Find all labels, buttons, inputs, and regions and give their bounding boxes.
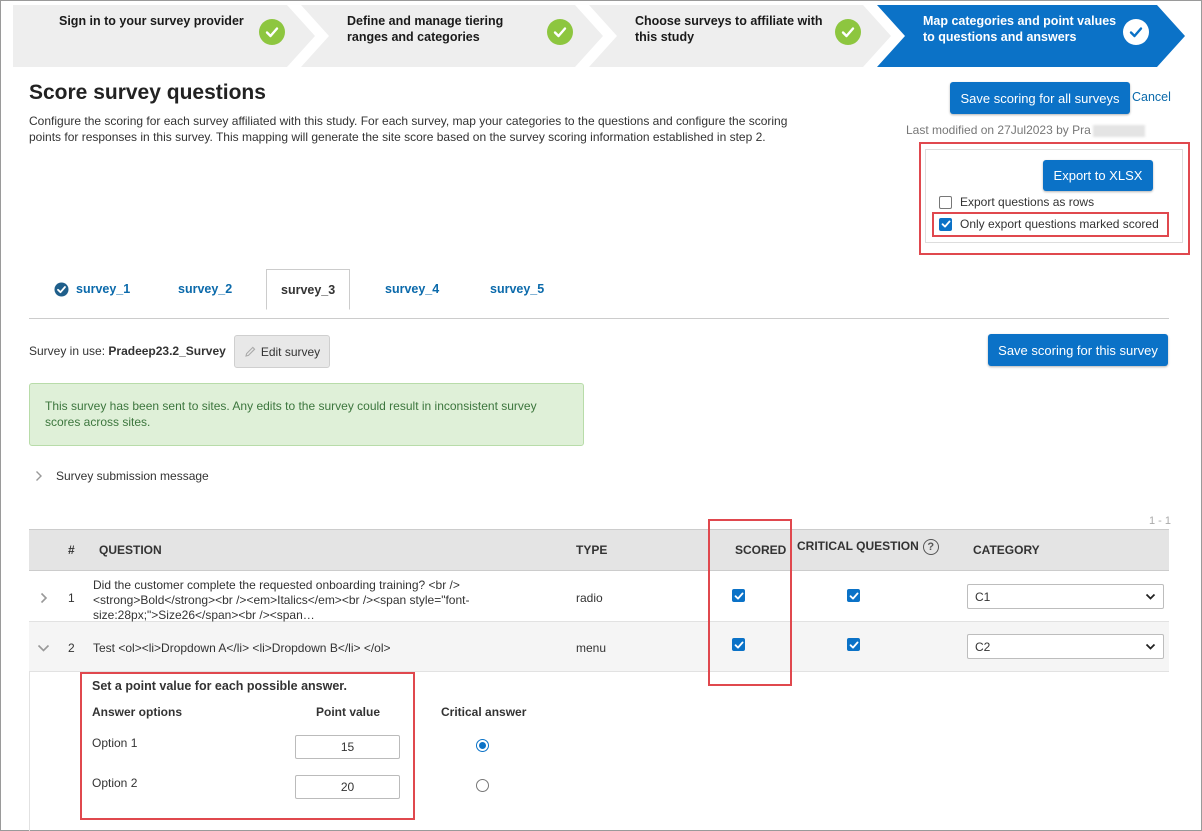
check-circle-icon [1123,19,1149,45]
save-survey-button[interactable]: Save scoring for this survey [988,334,1168,366]
critical-answer-radio[interactable] [476,779,489,792]
export-rows-label: Export questions as rows [960,195,1095,209]
category-select[interactable]: C2 [967,634,1164,659]
survey-in-use: Survey in use: Pradeep23.2_Survey [29,344,226,358]
export-scored-only-label: Only export questions marked scored [960,217,1159,231]
last-modified-value: Last modified on 27Jul2023 by Pra [906,123,1091,137]
tab-survey-1[interactable]: survey_1 [54,269,130,309]
row-question: Test <ol><li>Dropdown A</li> <li>Dropdow… [93,641,391,655]
row-type: menu [576,641,607,655]
point-value-input[interactable]: 15 [295,735,400,759]
table-header: # QUESTION TYPE SCORED CRITICAL QUESTION… [29,529,1169,571]
tab-survey-5[interactable]: survey_5 [490,269,544,309]
save-all-surveys-button[interactable]: Save scoring for all surveys [950,82,1130,114]
category-value: C1 [975,589,991,604]
export-rows-checkbox[interactable] [939,195,952,209]
check-circle-icon [54,282,69,296]
col-question: QUESTION [99,543,162,557]
chevron-down-icon [1145,643,1156,650]
tab-survey-3[interactable]: survey_3 [266,269,351,310]
redacted-name [1092,124,1145,137]
step-sign-in[interactable]: Sign in to your survey provider [13,5,315,67]
tab-survey-2[interactable]: survey_2 [178,269,232,309]
answers-heading: Set a point value for each possible answ… [92,679,347,693]
check-circle-icon [835,19,861,45]
pagination-range: 1 - 1 [1149,515,1172,527]
chevron-down-icon[interactable] [37,644,50,653]
check-circle-icon [259,19,285,45]
row-question: Did the customer complete the requested … [93,578,470,622]
last-modified-text: Last modified on 27Jul2023 by Pra [906,123,1145,137]
survey-tabs: survey_1 survey_2 survey_3 survey_4 surv… [29,269,1169,319]
answer-option-label: Option 1 [92,736,138,750]
pencil-icon [245,346,256,357]
row-number: 2 [68,641,75,655]
edit-survey-button[interactable]: Edit survey [234,335,330,368]
survey-in-use-label: Survey in use: [29,344,106,358]
export-scored-only-checkbox[interactable] [939,217,952,231]
step-map-categories[interactable]: Map categories and point values to quest… [877,5,1185,67]
tab-label: survey_1 [76,282,131,296]
checkmark-icon [941,220,950,228]
sent-to-sites-alert: This survey has been sent to sites. Any … [29,383,584,446]
submission-message-label: Survey submission message [56,469,209,483]
step-choose-surveys[interactable]: Choose surveys to affiliate with this st… [589,5,891,67]
export-xlsx-button[interactable]: Export to XLSX [1043,160,1153,191]
table-row: 2 Test <ol><li>Dropdown A</li> <li>Dropd… [29,622,1169,672]
cancel-link[interactable]: Cancel [1132,90,1171,104]
submission-message-accordion[interactable]: Survey submission message [29,464,1169,488]
step-label: Sign in to your survey provider [59,14,244,28]
critical-question-checkbox[interactable] [847,638,860,651]
help-circle-icon[interactable]: ? [922,539,939,555]
tab-survey-4[interactable]: survey_4 [385,269,439,309]
step-label: Choose surveys to affiliate with this st… [635,14,823,44]
category-select[interactable]: C1 [967,584,1164,609]
point-value-input[interactable]: 20 [295,775,400,799]
step-define-tiering[interactable]: Define and manage tiering ranges and cat… [301,5,603,67]
col-category: CATEGORY [973,543,1040,557]
chevron-right-icon[interactable] [39,592,49,604]
col-number: # [68,543,75,557]
row-number: 1 [68,591,75,605]
critical-answer-radio[interactable] [476,739,489,752]
page-description: Configure the scoring for each survey af… [29,114,788,144]
step-label: Define and manage tiering ranges and cat… [347,14,504,44]
col-critical-answer: Critical answer [441,705,527,719]
answer-option-label: Option 2 [92,776,138,790]
export-rows-option[interactable]: Export questions as rows [939,195,1094,209]
chevron-down-icon [1145,593,1156,600]
col-point-value: Point value [316,705,381,719]
edit-survey-label: Edit survey [260,344,321,359]
check-circle-icon [547,19,573,45]
row-type: radio [576,591,603,605]
export-scored-only-option[interactable]: Only export questions marked scored [939,217,1159,231]
step-label: Map categories and point values to quest… [923,14,1117,44]
chevron-right-icon [36,471,42,481]
page-title: Score survey questions [29,81,266,104]
survey-in-use-value: Pradeep23.2_Survey [108,344,226,358]
col-critical: CRITICAL QUESTION? [797,539,939,555]
critical-question-checkbox[interactable] [847,589,860,602]
col-critical-label: CRITICAL QUESTION [797,539,919,554]
category-value: C2 [975,639,991,654]
table-row: 1 Did the customer complete the requeste… [29,572,1169,622]
highlight-box-scored-column [708,519,792,686]
wizard-stepper: Sign in to your survey provider Define a… [13,5,1185,67]
col-answer-options: Answer options [92,705,183,719]
col-type: TYPE [576,543,608,557]
